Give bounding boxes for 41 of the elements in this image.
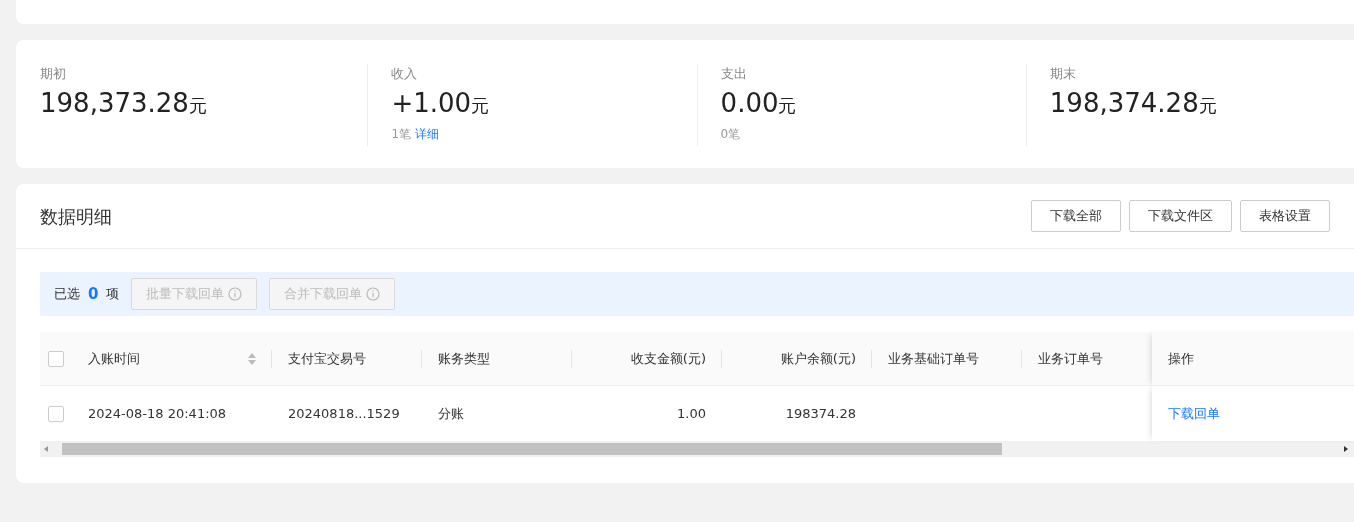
column-header: 收支金额(元) bbox=[630, 349, 706, 368]
stat-amount: 198,374.28元 bbox=[1049, 87, 1218, 119]
sort-icon[interactable] bbox=[248, 352, 256, 365]
stat-amount: +1.00元 bbox=[391, 87, 491, 119]
transaction-count: 0笔 bbox=[720, 125, 741, 143]
column-header: 业务订单号 bbox=[1038, 349, 1103, 368]
section-title: 数据明细 bbox=[40, 204, 112, 229]
table-cell-text: 2024-08-18 20:41:08 bbox=[88, 404, 227, 423]
stat-label: 收入 bbox=[391, 65, 419, 83]
detail-link[interactable]: 详细 bbox=[415, 124, 439, 143]
column-header: 账户余额(元) bbox=[780, 349, 856, 368]
stat-amount: 0.00元 bbox=[720, 87, 798, 119]
info-icon bbox=[366, 287, 381, 301]
selection-label: 已选 bbox=[54, 285, 80, 304]
scrollbar-thumb[interactable] bbox=[62, 443, 1002, 455]
info-icon bbox=[228, 287, 243, 301]
horizontal-scrollbar[interactable] bbox=[40, 441, 1354, 457]
stat-label: 支出 bbox=[720, 65, 748, 83]
toolbar-button[interactable]: 表格设置 bbox=[1240, 200, 1330, 232]
table-cell-text: 1.00 bbox=[677, 404, 706, 423]
checkbox[interactable] bbox=[48, 405, 64, 422]
table-cell-text: 分账 bbox=[438, 404, 464, 423]
stat-label: 期末 bbox=[1049, 65, 1077, 83]
column-header: 支付宝交易号 bbox=[288, 349, 366, 368]
toolbar-button[interactable]: 下载文件区 bbox=[1129, 200, 1232, 232]
selected-count: 0 bbox=[88, 283, 99, 305]
column-header: 业务基础订单号 bbox=[888, 349, 979, 368]
stat-label: 期初 bbox=[40, 65, 67, 83]
selection-unit: 项 bbox=[106, 285, 120, 304]
scroll-right-icon[interactable] bbox=[1342, 445, 1350, 453]
column-header: 操作 bbox=[1168, 349, 1194, 368]
transaction-count: 1笔 bbox=[391, 125, 411, 143]
toolbar-button[interactable]: 下载全部 bbox=[1031, 200, 1121, 232]
download-receipt-link[interactable]: 下载回单 bbox=[1168, 403, 1220, 424]
table-cell-text: 20240818...1529 bbox=[288, 404, 400, 423]
column-header: 账务类型 bbox=[438, 349, 490, 368]
table-cell-text: 198374.28 bbox=[785, 404, 856, 423]
column-header: 入账时间 bbox=[88, 349, 140, 368]
checkbox[interactable] bbox=[48, 350, 64, 367]
stat-amount: 198,373.28元 bbox=[40, 87, 208, 119]
scroll-left-icon[interactable] bbox=[42, 445, 50, 453]
